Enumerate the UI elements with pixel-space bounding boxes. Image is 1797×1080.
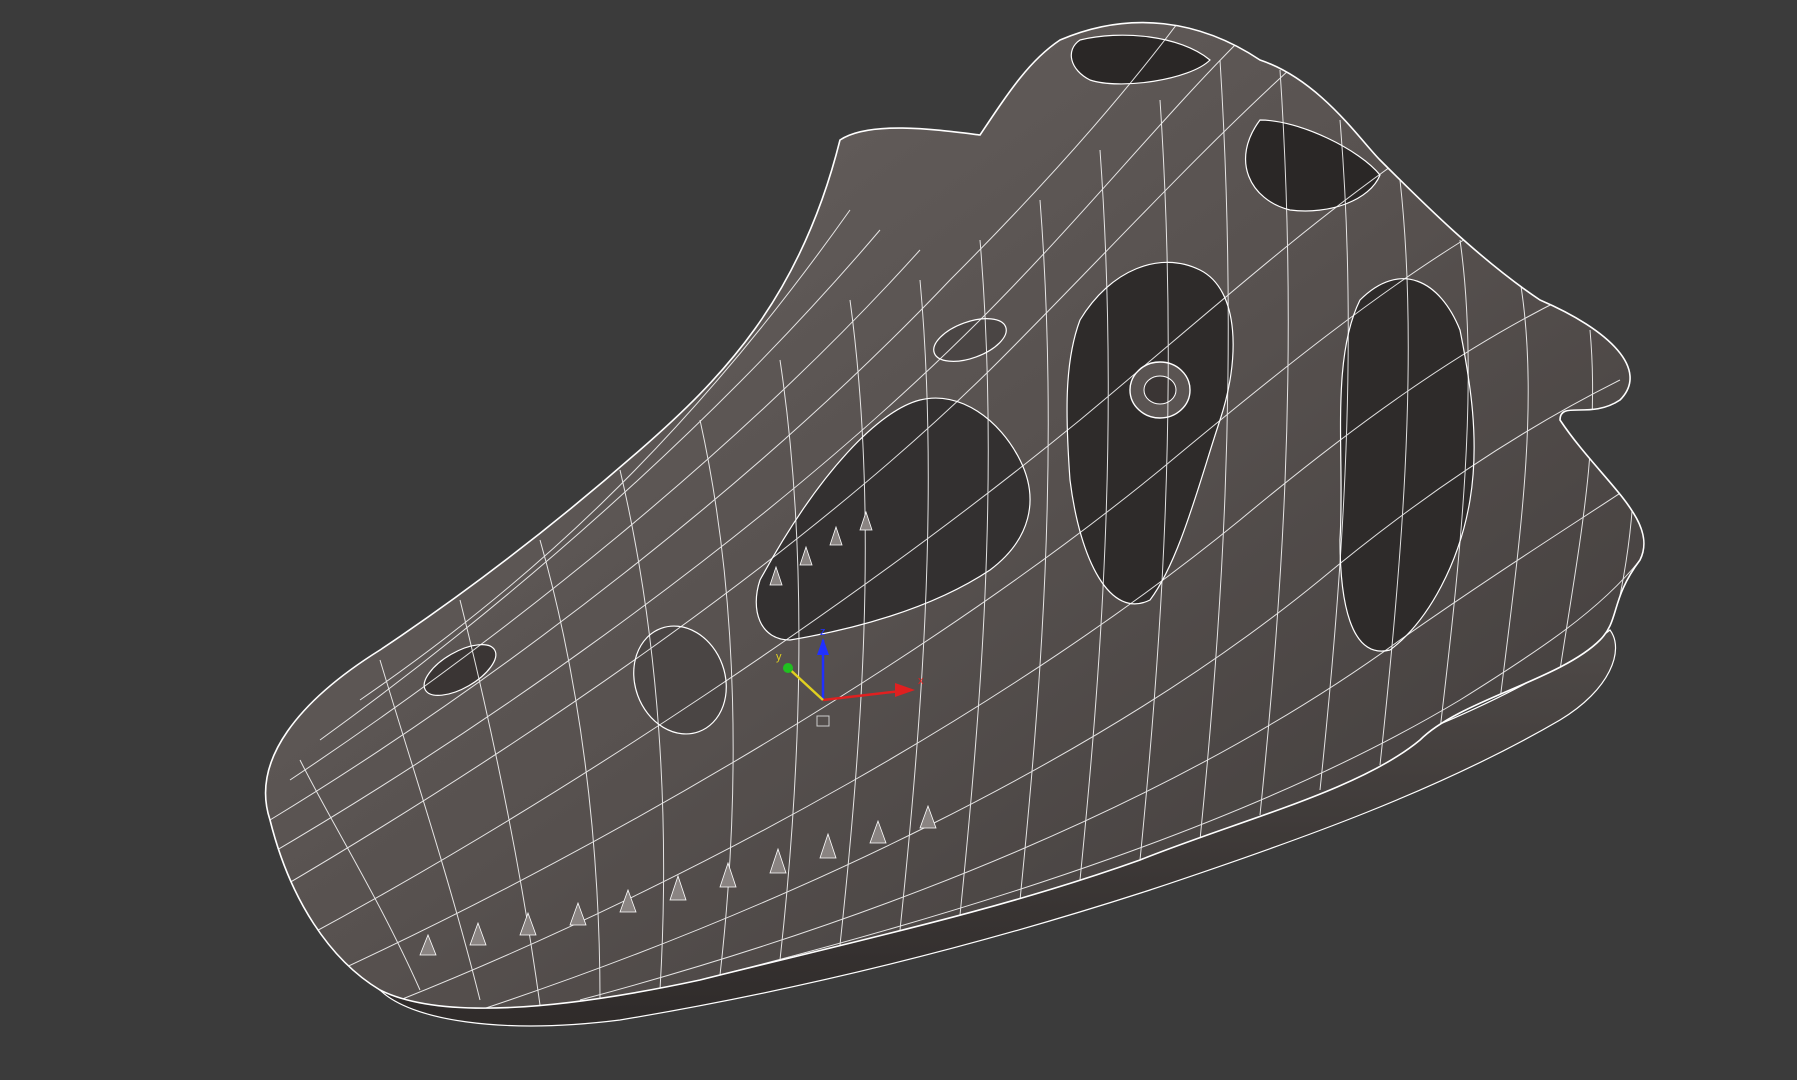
viewport-canvas[interactable]: z x y: [0, 0, 1797, 1080]
supratemporal-opening: [1244, 119, 1381, 212]
sclerotic-ring-inner: [1143, 375, 1177, 405]
gizmo-y-label: y: [776, 651, 782, 663]
dinosaur-skull-model[interactable]: [260, 20, 1645, 1027]
3d-viewport[interactable]: z x y: [0, 0, 1797, 1080]
gizmo-z-label: z: [820, 626, 826, 638]
gizmo-y-handle[interactable]: [783, 663, 793, 673]
gizmo-x-label: x: [918, 675, 924, 687]
